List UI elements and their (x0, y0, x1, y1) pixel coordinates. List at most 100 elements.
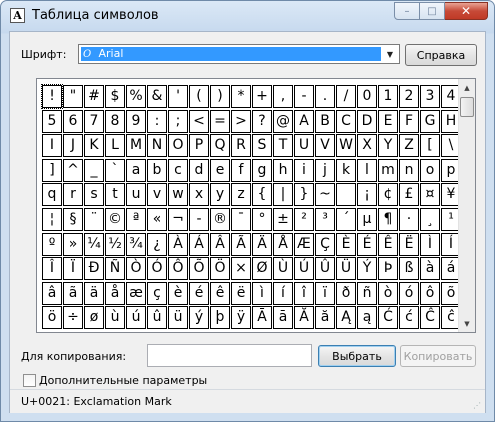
char-cell[interactable]: ü (168, 306, 188, 329)
char-cell[interactable]: C (336, 110, 356, 133)
char-cell[interactable]: À (168, 233, 188, 256)
char-cell[interactable]: j (315, 159, 335, 182)
char-cell[interactable]: v (147, 183, 167, 206)
char-cell[interactable]: û (147, 306, 167, 329)
resize-grip-icon[interactable]: ⋰ (473, 401, 483, 411)
char-cell[interactable]: ¬ (168, 208, 188, 231)
char-cell[interactable]: o (420, 159, 440, 182)
char-cell[interactable]: z (231, 183, 251, 206)
char-cell[interactable]: W (336, 134, 356, 157)
char-cell[interactable]: G (420, 110, 440, 133)
char-cell[interactable]: â (42, 282, 62, 305)
char-cell[interactable]: r (63, 183, 83, 206)
char-cell[interactable]: / (336, 85, 356, 108)
char-cell[interactable]: Ç (315, 233, 335, 256)
char-cell[interactable]: 2 (399, 85, 419, 108)
char-cell[interactable]: ú (126, 306, 146, 329)
char-cell[interactable]: ¡ (357, 183, 377, 206)
char-cell[interactable]: g (252, 159, 272, 182)
char-cell[interactable]: ò (378, 282, 398, 305)
char-cell[interactable]: å (105, 282, 125, 305)
scroll-down-icon[interactable]: ▼ (459, 315, 475, 332)
char-cell[interactable]: ç (147, 282, 167, 305)
char-cell[interactable]: Â (210, 233, 230, 256)
char-cell[interactable]: e (210, 159, 230, 182)
char-cell[interactable]: Ù (273, 257, 293, 280)
char-cell[interactable]: Ô (168, 257, 188, 280)
char-cell[interactable]: w (168, 183, 188, 206)
char-cell[interactable]: u (126, 183, 146, 206)
char-cell[interactable]: Î (42, 257, 62, 280)
char-cell[interactable]: < (189, 110, 209, 133)
char-cell[interactable]: ± (273, 208, 293, 231)
help-button[interactable]: Справка (405, 44, 477, 66)
scroll-up-icon[interactable]: ▲ (459, 79, 475, 96)
char-cell[interactable]: U (294, 134, 314, 157)
char-cell[interactable]: ( (189, 85, 209, 108)
char-cell[interactable]: K (84, 134, 104, 157)
minimize-button[interactable]: – (394, 2, 420, 20)
char-cell[interactable]: ì (252, 282, 272, 305)
char-cell[interactable]: ½ (105, 233, 125, 256)
char-cell[interactable]: Á (189, 233, 209, 256)
characters-to-copy-input[interactable] (147, 344, 312, 367)
char-cell[interactable]: ß (399, 257, 419, 280)
char-cell[interactable]: [ (420, 134, 440, 157)
char-cell[interactable]: ø (84, 306, 104, 329)
char-cell[interactable]: è (168, 282, 188, 305)
char-cell[interactable]: ! (41, 84, 63, 109)
char-cell[interactable]: ă (315, 306, 335, 329)
char-cell[interactable]: Ì (420, 233, 440, 256)
char-cell[interactable]: ä (84, 282, 104, 305)
close-button[interactable]: ✕ (445, 2, 488, 20)
char-cell[interactable]: I (42, 134, 62, 157)
char-cell[interactable]: T (273, 134, 293, 157)
char-cell[interactable]: S (252, 134, 272, 157)
char-cell[interactable]: ý (189, 306, 209, 329)
char-cell[interactable]: ` (105, 159, 125, 182)
char-cell[interactable]: Ă (294, 306, 314, 329)
char-cell[interactable]: _ (84, 159, 104, 182)
char-cell[interactable]: Ë (399, 233, 419, 256)
char-cell[interactable]: § (63, 208, 83, 231)
char-cell[interactable]: ² (294, 208, 314, 231)
char-cell[interactable]: 3 (420, 85, 440, 108)
char-cell[interactable]: æ (126, 282, 146, 305)
dropdown-arrow-icon[interactable]: ▼ (382, 46, 398, 62)
char-cell[interactable]: ã (63, 282, 83, 305)
char-cell[interactable]: ª (126, 208, 146, 231)
char-cell[interactable]: , (273, 85, 293, 108)
char-cell[interactable]: ' (168, 85, 188, 108)
char-cell[interactable]: N (147, 134, 167, 157)
char-cell[interactable]: E (378, 110, 398, 133)
char-cell[interactable]: % (126, 85, 146, 108)
char-cell[interactable]: ® (210, 208, 230, 231)
maximize-button[interactable]: □ (420, 2, 445, 20)
char-cell[interactable]: F (399, 110, 419, 133)
char-cell[interactable]: @ (273, 110, 293, 133)
char-cell[interactable]: Ê (378, 233, 398, 256)
char-cell[interactable]: x (189, 183, 209, 206)
char-cell[interactable]: ] (42, 159, 62, 182)
char-cell[interactable]: : (147, 110, 167, 133)
char-cell[interactable]: í (273, 282, 293, 305)
char-cell[interactable]: à (420, 257, 440, 280)
char-cell[interactable]: m (378, 159, 398, 182)
char-cell[interactable]: L (105, 134, 125, 157)
char-cell[interactable]: þ (210, 306, 230, 329)
char-cell[interactable]: A (294, 110, 314, 133)
char-cell[interactable]: Ð (84, 257, 104, 280)
char-cell[interactable]: é (189, 282, 209, 305)
char-cell[interactable]: Ü (336, 257, 356, 280)
char-cell[interactable]: Ø (252, 257, 272, 280)
char-cell[interactable]: © (105, 208, 125, 231)
char-cell[interactable]: # (84, 85, 104, 108)
char-cell[interactable]: ê (210, 282, 230, 305)
char-cell[interactable]: × (231, 257, 251, 280)
char-cell[interactable]: = (210, 110, 230, 133)
char-cell[interactable]: y (210, 183, 230, 206)
char-cell[interactable]: Ñ (105, 257, 125, 280)
char-cell[interactable]: · (399, 208, 419, 231)
scroll-thumb[interactable] (460, 97, 474, 117)
char-cell[interactable]: k (336, 159, 356, 182)
